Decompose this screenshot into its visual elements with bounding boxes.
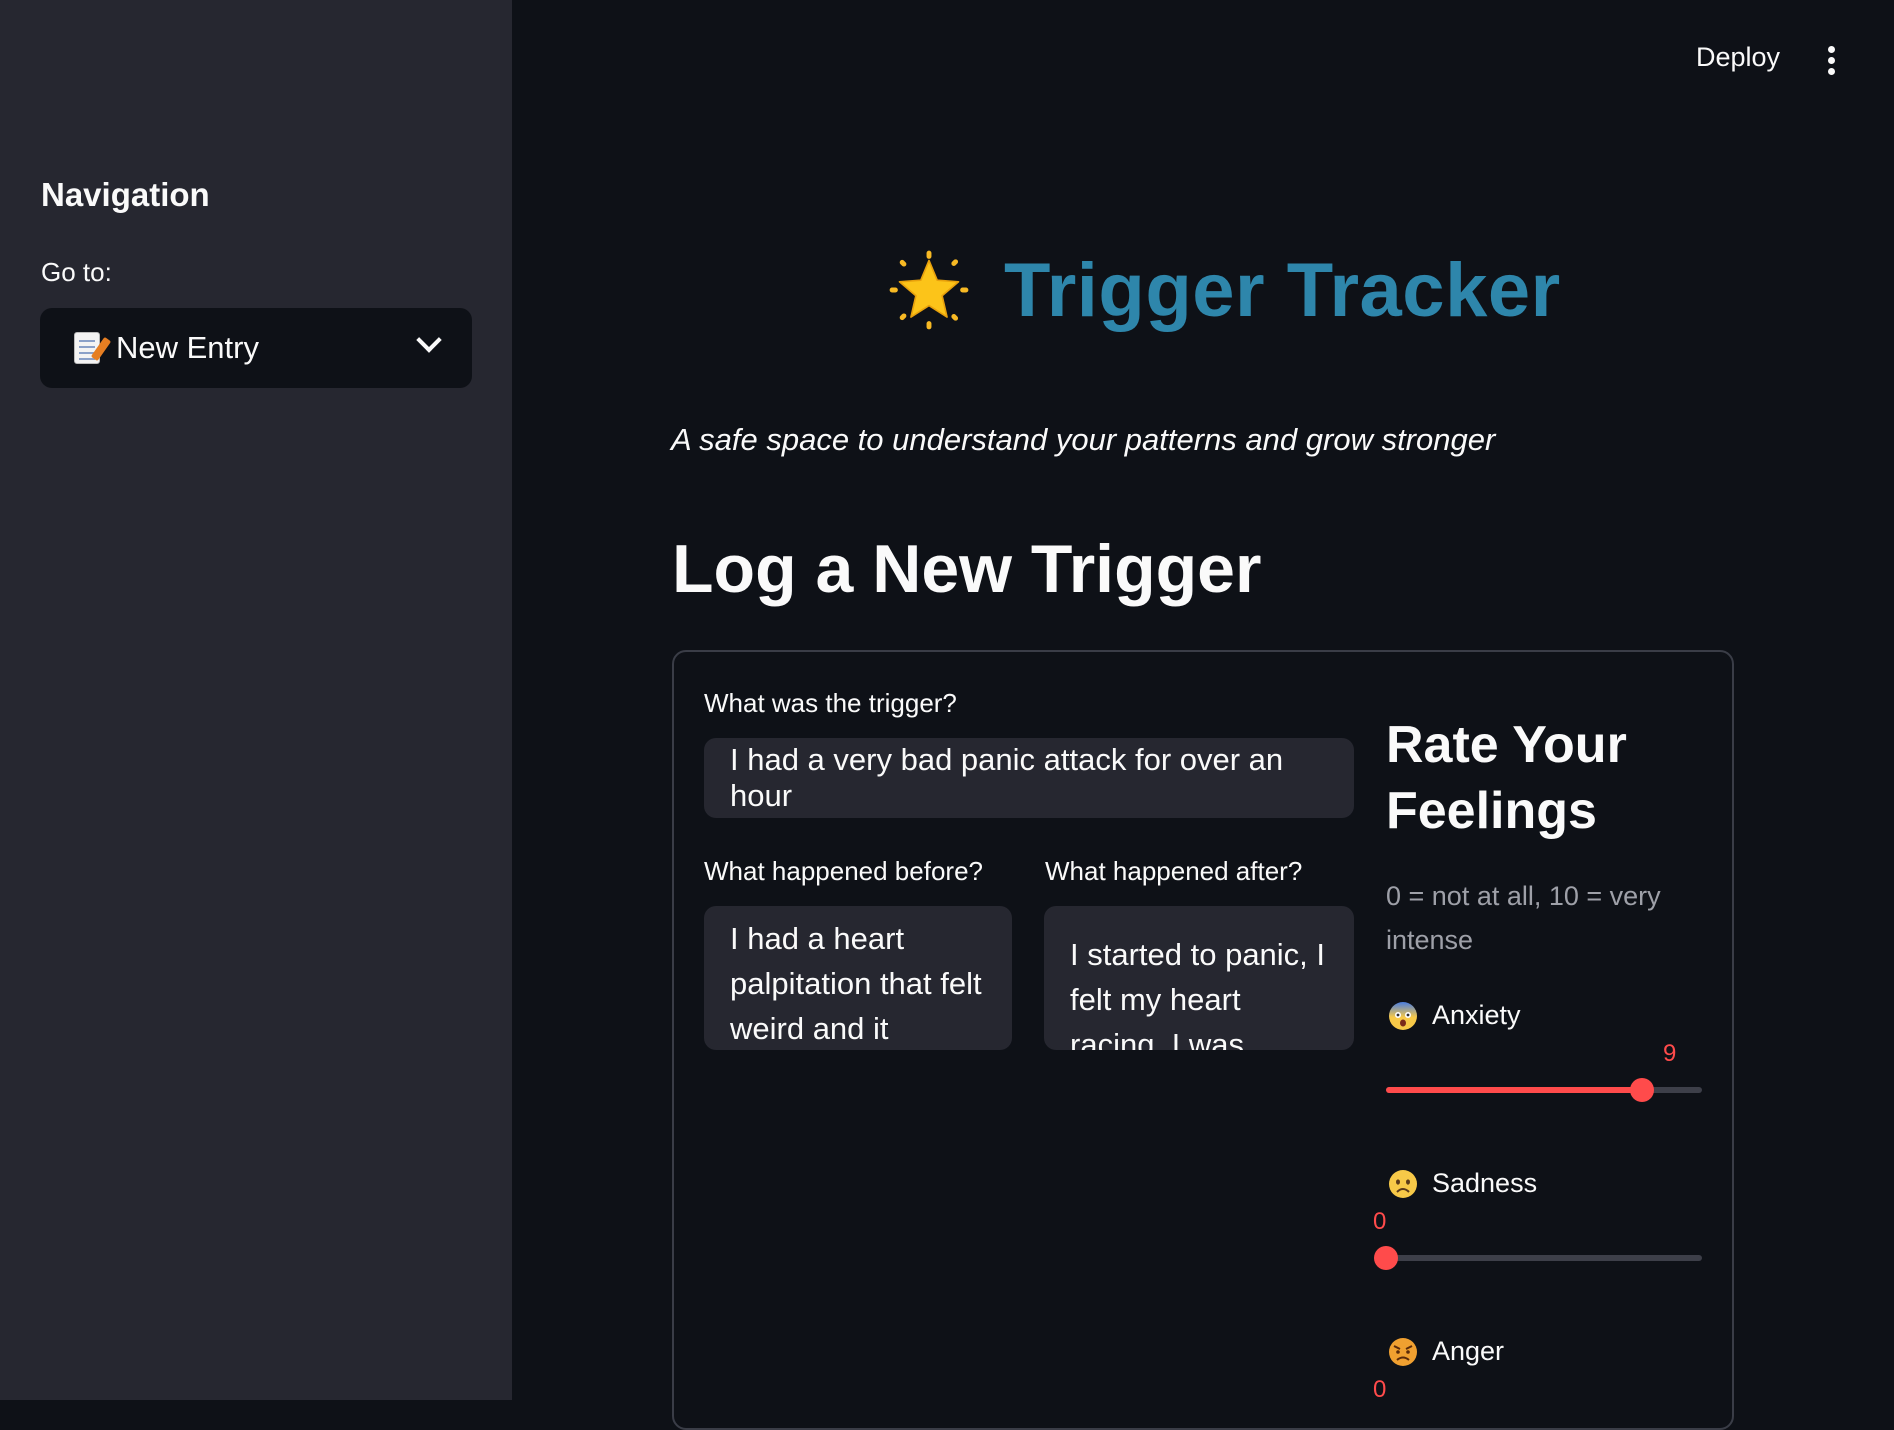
sadness-slider-thumb[interactable] bbox=[1374, 1246, 1398, 1270]
sidebar: Navigation Go to: New Entry bbox=[0, 0, 512, 1400]
anxiety-value: 9 bbox=[1663, 1040, 1677, 1067]
deploy-button[interactable]: Deploy bbox=[1696, 42, 1780, 73]
anxiety-slider-fill bbox=[1386, 1087, 1642, 1093]
anxiety-label-row: Anxiety bbox=[1388, 1000, 1521, 1031]
after-label: What happened after? bbox=[1045, 856, 1303, 886]
app-title-row: Trigger Tracker bbox=[888, 240, 1561, 340]
kebab-menu-icon[interactable] bbox=[1826, 46, 1836, 76]
sidebar-heading: Navigation bbox=[41, 176, 210, 213]
chevron-down-icon bbox=[416, 327, 442, 353]
page-select-value: New Entry bbox=[116, 330, 259, 365]
feelings-title: Rate Your Feelings bbox=[1386, 716, 1627, 840]
fearful-face-icon bbox=[1389, 1001, 1417, 1030]
angry-face-icon bbox=[1389, 1337, 1417, 1366]
anxiety-slider[interactable] bbox=[1386, 1078, 1702, 1102]
before-textarea[interactable]: I had a heart palpitation that felt weir… bbox=[704, 906, 1012, 1050]
anxiety-label: Anxiety bbox=[1432, 1000, 1521, 1030]
after-textarea[interactable]: I started to panic, I felt my heart raci… bbox=[1044, 906, 1354, 1050]
anger-label: Anger bbox=[1432, 1336, 1505, 1366]
sadness-value: 0 bbox=[1373, 1208, 1387, 1235]
memo-icon bbox=[74, 332, 100, 364]
app-title: Trigger Tracker bbox=[1004, 247, 1561, 333]
section-title: Log a New Trigger bbox=[672, 531, 1262, 607]
sadness-label-row: Sadness bbox=[1388, 1168, 1537, 1199]
feelings-caption: 0 = not at all, 10 = very intense bbox=[1386, 881, 1661, 955]
sadness-slider[interactable] bbox=[1374, 1246, 1702, 1270]
glowing-star-icon bbox=[889, 250, 969, 330]
frowning-face-icon bbox=[1389, 1169, 1417, 1198]
page-select[interactable]: New Entry bbox=[40, 308, 472, 388]
anxiety-slider-thumb[interactable] bbox=[1629, 1078, 1654, 1102]
anger-label-row: Anger bbox=[1388, 1336, 1504, 1367]
app-subtitle: A safe space to understand your patterns… bbox=[671, 422, 1496, 457]
trigger-input[interactable]: I had a very bad panic attack for over a… bbox=[704, 738, 1354, 818]
trigger-label: What was the trigger? bbox=[704, 688, 957, 718]
before-label: What happened before? bbox=[704, 856, 983, 886]
goto-label: Go to: bbox=[41, 257, 112, 287]
sadness-label: Sadness bbox=[1432, 1168, 1538, 1198]
